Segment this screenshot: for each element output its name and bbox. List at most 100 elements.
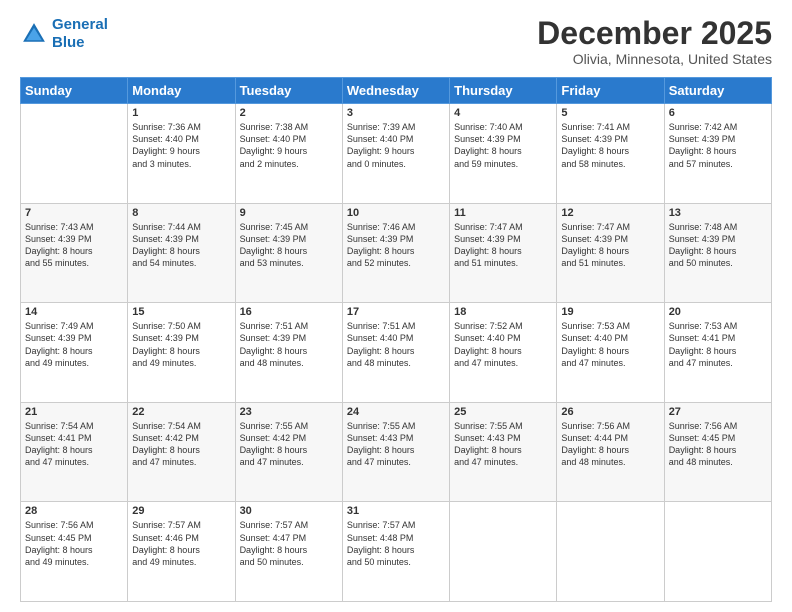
day-number: 14	[25, 306, 123, 318]
col-saturday: Saturday	[664, 78, 771, 104]
day-number: 11	[454, 207, 552, 219]
day-number: 16	[240, 306, 338, 318]
cell-content: Sunrise: 7:40 AM Sunset: 4:39 PM Dayligh…	[454, 121, 552, 170]
calendar-cell: 3 Sunrise: 7:39 AM Sunset: 4:40 PM Daylig…	[342, 104, 449, 204]
calendar-cell: 13 Sunrise: 7:48 AM Sunset: 4:39 PM Dayli…	[664, 203, 771, 303]
calendar-cell: 2Sunrise: 7:38 AM Sunset: 4:40 PM Daylig…	[235, 104, 342, 204]
cell-content: Sunrise: 7:55 AM Sunset: 4:42 PM Dayligh…	[240, 420, 338, 469]
calendar-cell: 12 Sunrise: 7:47 AM Sunset: 4:39 PM Dayli…	[557, 203, 664, 303]
day-number: 17	[347, 306, 445, 318]
cell-content: Sunrise: 7:48 AM Sunset: 4:39 PM Dayligh…	[669, 221, 767, 270]
calendar-cell: 8 Sunrise: 7:44 AM Sunset: 4:39 PM Daylig…	[128, 203, 235, 303]
day-number: 27	[669, 406, 767, 418]
cell-content: Sunrise: 7:53 AM Sunset: 4:40 PM Dayligh…	[561, 320, 659, 369]
calendar-cell: 1Sunrise: 7:36 AM Sunset: 4:40 PM Daylig…	[128, 104, 235, 204]
calendar-cell: 26Sunrise: 7:56 AM Sunset: 4:44 PM Dayli…	[557, 402, 664, 502]
calendar-cell: 23 Sunrise: 7:55 AM Sunset: 4:42 PM Dayli…	[235, 402, 342, 502]
day-number: 7	[25, 207, 123, 219]
calendar-week-2: 7 Sunrise: 7:43 AM Sunset: 4:39 PM Daylig…	[21, 203, 772, 303]
title-block: December 2025 Olivia, Minnesota, United …	[537, 16, 772, 67]
cell-content: Sunrise: 7:46 AM Sunset: 4:39 PM Dayligh…	[347, 221, 445, 270]
logo-line1: General	[52, 16, 108, 33]
day-number: 3	[347, 107, 445, 119]
cell-content: Sunrise: 7:56 AM Sunset: 4:45 PM Dayligh…	[669, 420, 767, 469]
col-friday: Friday	[557, 78, 664, 104]
calendar-cell: 29 Sunrise: 7:57 AM Sunset: 4:46 PM Dayli…	[128, 502, 235, 602]
calendar-cell: 19 Sunrise: 7:53 AM Sunset: 4:40 PM Dayli…	[557, 303, 664, 403]
calendar-cell: 10 Sunrise: 7:46 AM Sunset: 4:39 PM Dayli…	[342, 203, 449, 303]
col-thursday: Thursday	[450, 78, 557, 104]
calendar-week-5: 28 Sunrise: 7:56 AM Sunset: 4:45 PM Dayli…	[21, 502, 772, 602]
day-number: 20	[669, 306, 767, 318]
calendar-week-1: 1Sunrise: 7:36 AM Sunset: 4:40 PM Daylig…	[21, 104, 772, 204]
day-number: 22	[132, 406, 230, 418]
day-number: 4	[454, 107, 552, 119]
calendar-cell: 31 Sunrise: 7:57 AM Sunset: 4:48 PM Dayli…	[342, 502, 449, 602]
calendar-cell: 17Sunrise: 7:51 AM Sunset: 4:40 PM Dayli…	[342, 303, 449, 403]
col-sunday: Sunday	[21, 78, 128, 104]
calendar-subtitle: Olivia, Minnesota, United States	[537, 51, 772, 67]
day-number: 15	[132, 306, 230, 318]
day-number: 26	[561, 406, 659, 418]
calendar-cell: 25 Sunrise: 7:55 AM Sunset: 4:43 PM Dayli…	[450, 402, 557, 502]
cell-content: Sunrise: 7:36 AM Sunset: 4:40 PM Dayligh…	[132, 121, 230, 170]
logo-line2: Blue	[52, 34, 85, 51]
day-number: 12	[561, 207, 659, 219]
cell-content: Sunrise: 7:54 AM Sunset: 4:41 PM Dayligh…	[25, 420, 123, 469]
day-number: 28	[25, 505, 123, 517]
calendar-cell: 21 Sunrise: 7:54 AM Sunset: 4:41 PM Dayli…	[21, 402, 128, 502]
calendar-cell	[21, 104, 128, 204]
cell-content: Sunrise: 7:57 AM Sunset: 4:48 PM Dayligh…	[347, 519, 445, 568]
day-number: 31	[347, 505, 445, 517]
day-number: 18	[454, 306, 552, 318]
cell-content: Sunrise: 7:57 AM Sunset: 4:46 PM Dayligh…	[132, 519, 230, 568]
calendar-cell: 9 Sunrise: 7:45 AM Sunset: 4:39 PM Daylig…	[235, 203, 342, 303]
day-number: 13	[669, 207, 767, 219]
calendar-cell: 22 Sunrise: 7:54 AM Sunset: 4:42 PM Dayli…	[128, 402, 235, 502]
calendar-cell	[557, 502, 664, 602]
calendar-cell: 5 Sunrise: 7:41 AM Sunset: 4:39 PM Daylig…	[557, 104, 664, 204]
col-monday: Monday	[128, 78, 235, 104]
cell-content: Sunrise: 7:43 AM Sunset: 4:39 PM Dayligh…	[25, 221, 123, 270]
cell-content: Sunrise: 7:38 AM Sunset: 4:40 PM Dayligh…	[240, 121, 338, 170]
cell-content: Sunrise: 7:47 AM Sunset: 4:39 PM Dayligh…	[561, 221, 659, 270]
day-number: 8	[132, 207, 230, 219]
day-number: 5	[561, 107, 659, 119]
day-number: 30	[240, 505, 338, 517]
cell-content: Sunrise: 7:44 AM Sunset: 4:39 PM Dayligh…	[132, 221, 230, 270]
calendar-cell: 16 Sunrise: 7:51 AM Sunset: 4:39 PM Dayli…	[235, 303, 342, 403]
page: General Blue December 2025 Olivia, Minne…	[0, 0, 792, 612]
cell-content: Sunrise: 7:54 AM Sunset: 4:42 PM Dayligh…	[132, 420, 230, 469]
cell-content: Sunrise: 7:39 AM Sunset: 4:40 PM Dayligh…	[347, 121, 445, 170]
cell-content: Sunrise: 7:55 AM Sunset: 4:43 PM Dayligh…	[347, 420, 445, 469]
day-number: 24	[347, 406, 445, 418]
cell-content: Sunrise: 7:55 AM Sunset: 4:43 PM Dayligh…	[454, 420, 552, 469]
calendar-cell: 20Sunrise: 7:53 AM Sunset: 4:41 PM Dayli…	[664, 303, 771, 403]
cell-content: Sunrise: 7:42 AM Sunset: 4:39 PM Dayligh…	[669, 121, 767, 170]
logo: General Blue	[20, 16, 108, 52]
calendar-table: Sunday Monday Tuesday Wednesday Thursday…	[20, 77, 772, 602]
cell-content: Sunrise: 7:52 AM Sunset: 4:40 PM Dayligh…	[454, 320, 552, 369]
day-number: 19	[561, 306, 659, 318]
calendar-cell	[664, 502, 771, 602]
day-number: 23	[240, 406, 338, 418]
cell-content: Sunrise: 7:49 AM Sunset: 4:39 PM Dayligh…	[25, 320, 123, 369]
cell-content: Sunrise: 7:45 AM Sunset: 4:39 PM Dayligh…	[240, 221, 338, 270]
cell-content: Sunrise: 7:56 AM Sunset: 4:45 PM Dayligh…	[25, 519, 123, 568]
calendar-title: December 2025	[537, 16, 772, 51]
calendar-cell: 18 Sunrise: 7:52 AM Sunset: 4:40 PM Dayli…	[450, 303, 557, 403]
calendar-cell: 30 Sunrise: 7:57 AM Sunset: 4:47 PM Dayli…	[235, 502, 342, 602]
calendar-cell: 11 Sunrise: 7:47 AM Sunset: 4:39 PM Dayli…	[450, 203, 557, 303]
day-number: 9	[240, 207, 338, 219]
logo-icon	[20, 20, 48, 48]
cell-content: Sunrise: 7:41 AM Sunset: 4:39 PM Dayligh…	[561, 121, 659, 170]
day-number: 10	[347, 207, 445, 219]
calendar-cell: 14 Sunrise: 7:49 AM Sunset: 4:39 PM Dayli…	[21, 303, 128, 403]
day-number: 29	[132, 505, 230, 517]
cell-content: Sunrise: 7:47 AM Sunset: 4:39 PM Dayligh…	[454, 221, 552, 270]
day-number: 21	[25, 406, 123, 418]
cell-content: Sunrise: 7:57 AM Sunset: 4:47 PM Dayligh…	[240, 519, 338, 568]
calendar-week-4: 21 Sunrise: 7:54 AM Sunset: 4:41 PM Dayli…	[21, 402, 772, 502]
day-number: 25	[454, 406, 552, 418]
cell-content: Sunrise: 7:51 AM Sunset: 4:39 PM Dayligh…	[240, 320, 338, 369]
